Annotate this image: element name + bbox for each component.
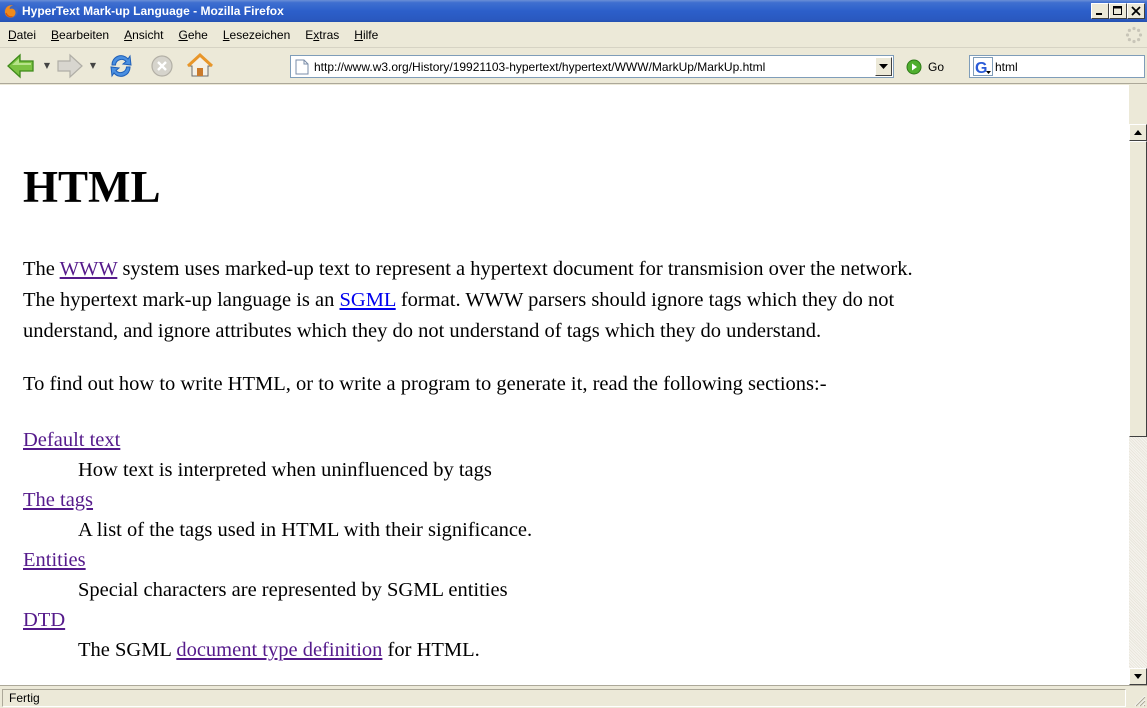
home-icon	[186, 52, 214, 76]
scroll-down-button[interactable]	[1129, 668, 1147, 685]
close-button[interactable]	[1127, 3, 1145, 19]
search-input[interactable]	[995, 56, 1147, 77]
forward-arrow-icon	[57, 53, 83, 78]
text: system uses marked-up text to represent …	[117, 258, 913, 280]
www-link[interactable]: WWW	[60, 258, 118, 280]
window-title: HyperText Mark-up Language - Mozilla Fir…	[22, 4, 284, 18]
sections-intro-paragraph: To find out how to write HTML, or to wri…	[23, 373, 827, 395]
vertical-scrollbar[interactable]	[1129, 124, 1147, 685]
document-type-definition-link[interactable]: document type definition	[176, 639, 382, 661]
forward-button[interactable]	[52, 51, 88, 81]
sections-list: Default text How text is interpreted whe…	[23, 425, 532, 665]
menu-ansicht[interactable]: Ansicht	[116, 25, 170, 45]
navigation-toolbar: ▼ ▼ http://www.w3.org/History/19921103-h…	[0, 48, 1147, 84]
menu-extras[interactable]: Extras	[297, 25, 346, 45]
text: format. WWW parsers should ignore tags w…	[395, 289, 895, 311]
stop-button[interactable]	[144, 51, 180, 81]
scrollbar-thumb[interactable]	[1129, 141, 1147, 437]
chevron-down-icon: ▼	[43, 61, 51, 70]
scroll-up-button[interactable]	[1129, 124, 1147, 141]
page-heading: HTML	[23, 162, 161, 212]
status-bar: Fertig	[0, 685, 1147, 708]
back-arrow-icon	[7, 53, 34, 78]
section-description: A list of the tags used in HTML with the…	[78, 519, 533, 541]
intro-paragraph: The WWW system uses marked-up text to re…	[23, 254, 913, 347]
menu-bar: Datei Bearbeiten Ansicht Gehe Lesezeiche…	[0, 22, 1147, 48]
google-search-engine-icon[interactable]: G	[973, 57, 993, 76]
reload-button[interactable]	[98, 51, 144, 81]
page-icon	[295, 59, 309, 74]
section-description: The SGML document type definition for HT…	[23, 635, 532, 665]
sgml-link[interactable]: SGML	[340, 289, 396, 311]
go-arrow-icon	[906, 59, 922, 75]
maximize-icon	[1113, 6, 1122, 15]
minimize-icon	[1096, 13, 1102, 15]
entities-link[interactable]: Entities	[23, 549, 86, 571]
arrow-down-icon	[1134, 674, 1142, 679]
the-tags-link[interactable]: The tags	[23, 489, 93, 511]
url-history-dropdown[interactable]	[875, 57, 892, 76]
resize-grip-icon[interactable]	[1132, 693, 1146, 707]
stop-icon	[151, 54, 173, 77]
default-text-link[interactable]: Default text	[23, 429, 120, 451]
url-input[interactable]	[314, 56, 875, 77]
menu-hilfe[interactable]: Hilfe	[346, 25, 385, 45]
throbber-icon	[1125, 26, 1143, 44]
text: understand, and ignore attributes which …	[23, 320, 822, 342]
reload-icon	[110, 54, 132, 77]
page-content: HTML The WWW system uses marked-up text …	[0, 85, 1129, 685]
menu-lesezeichen[interactable]: Lesezeichen	[215, 25, 297, 45]
address-bar[interactable]	[290, 55, 894, 78]
svg-text:G: G	[975, 60, 987, 75]
home-button[interactable]	[180, 51, 220, 81]
menu-datei[interactable]: Datei	[0, 25, 43, 45]
maximize-button[interactable]	[1109, 3, 1127, 19]
dtd-link[interactable]: DTD	[23, 609, 65, 631]
forward-history-dropdown[interactable]: ▼	[88, 51, 98, 81]
search-bar[interactable]: G	[969, 55, 1147, 78]
firefox-icon	[4, 4, 18, 18]
section-description: Special characters are represented by SG…	[78, 579, 508, 601]
text: The	[23, 258, 60, 280]
menu-bearbeiten[interactable]: Bearbeiten	[43, 25, 116, 45]
arrow-up-icon	[1134, 130, 1142, 135]
back-history-dropdown[interactable]: ▼	[42, 51, 52, 81]
menu-gehe[interactable]: Gehe	[170, 25, 214, 45]
text: for HTML.	[382, 639, 480, 661]
chevron-down-icon: ▼	[89, 61, 97, 70]
back-button[interactable]	[0, 51, 42, 81]
title-bar[interactable]: HyperText Mark-up Language - Mozilla Fir…	[0, 0, 1147, 22]
section-description: How text is interpreted when uninfluence…	[78, 459, 492, 481]
text: The SGML	[78, 639, 177, 661]
chevron-down-icon	[879, 63, 888, 69]
go-label: Go	[928, 60, 945, 74]
text: The hypertext mark-up language is an	[23, 289, 340, 311]
go-button[interactable]: Go	[906, 57, 944, 77]
close-icon	[1131, 6, 1141, 16]
minimize-button[interactable]	[1091, 3, 1109, 19]
status-text: Fertig	[2, 689, 1126, 707]
